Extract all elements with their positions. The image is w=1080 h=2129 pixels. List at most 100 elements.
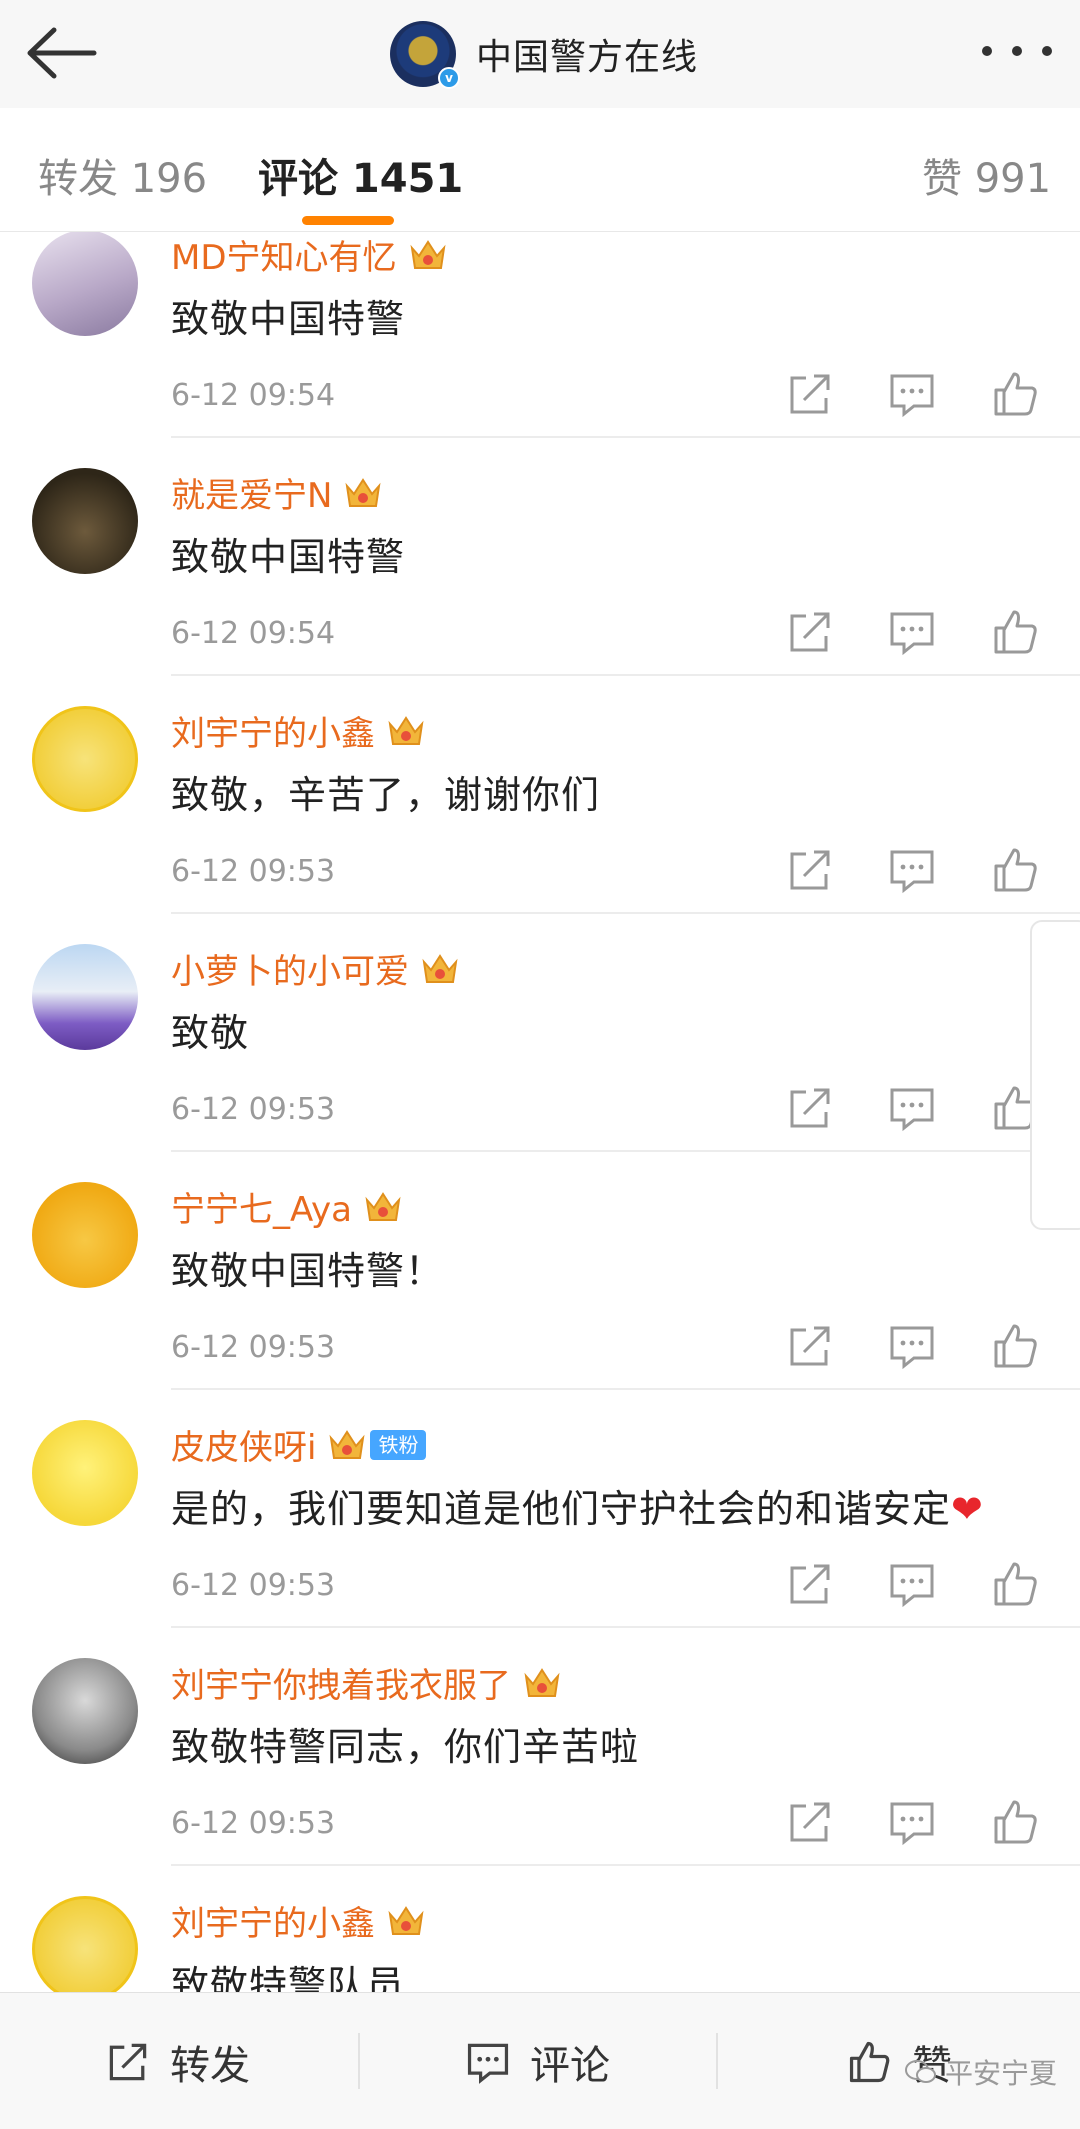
comment-item: 刘宇宁的小鑫 致敬，辛苦了，谢谢你们 6-12 09:53: [0, 706, 1080, 944]
comment-username[interactable]: MD宁知心有忆: [171, 232, 447, 279]
like-icon[interactable]: [990, 368, 1042, 420]
comment-list[interactable]: MD宁知心有忆 致敬中国特警 6-12 09:54 就是爱宁N 致敬中国特警 6…: [0, 232, 1080, 1992]
watermark-text: 平安宁夏: [945, 2057, 1058, 2090]
comment-item: 刘宇宁你拽着我衣服了 致敬特警同志，你们辛苦啦 6-12 09:53: [0, 1658, 1080, 1896]
crown-icon: [524, 1667, 560, 1697]
like-icon[interactable]: [990, 1796, 1042, 1848]
verified-icon: v: [438, 67, 460, 89]
tab-likes[interactable]: 赞 991: [922, 146, 1051, 204]
avatar[interactable]: [32, 232, 138, 336]
comment-username[interactable]: 皮皮侠呀i 铁粉: [171, 1420, 427, 1469]
comment-time: 6-12 09:54: [171, 378, 336, 413]
reply-icon[interactable]: [886, 1558, 938, 1610]
divider: [171, 1150, 1080, 1152]
comment-item: 宁宁七_Aya 致敬中国特警！ 6-12 09:53: [0, 1182, 1080, 1420]
crown-icon: [388, 715, 424, 745]
comment-username[interactable]: 刘宇宁的小鑫: [171, 706, 425, 755]
avatar[interactable]: [32, 944, 138, 1050]
crown-icon: [410, 239, 446, 269]
like-icon: [849, 2041, 890, 2083]
crown-icon: [365, 1191, 401, 1221]
crown-icon: [388, 1905, 424, 1935]
repost-icon[interactable]: [784, 1320, 836, 1372]
repost-icon[interactable]: [784, 368, 836, 420]
watermark: 平安宁夏: [905, 2052, 1057, 2092]
side-panel-edge[interactable]: [1030, 920, 1080, 1230]
repost-icon[interactable]: [784, 1558, 836, 1610]
reply-icon[interactable]: [886, 606, 938, 658]
comment-item: 刘宇宁的小鑫 致敬特警队员: [0, 1896, 1080, 1992]
comment-username[interactable]: 小萝卜的小可爱: [171, 944, 459, 993]
active-tab-indicator: [302, 216, 394, 225]
fans-badge: 铁粉: [370, 1429, 427, 1460]
comment-label: 评论: [530, 2043, 610, 2089]
comment-time: 6-12 09:53: [171, 1806, 336, 1841]
top-bar: v 中国警方在线: [0, 0, 1080, 108]
comment-text: 致敬，辛苦了，谢谢你们: [171, 773, 601, 817]
avatar[interactable]: [32, 1896, 138, 1992]
comment-text: 致敬中国特警！: [171, 1249, 445, 1293]
repost-icon: [109, 2043, 147, 2081]
like-icon[interactable]: [990, 1558, 1042, 1610]
avatar[interactable]: [32, 706, 138, 812]
comment-text: 是的，我们要知道是他们守护社会的和谐安定❤: [171, 1487, 984, 1531]
comment-time: 6-12 09:53: [171, 854, 336, 889]
comment-text: 致敬中国特警: [171, 535, 406, 579]
divider: [171, 1864, 1080, 1866]
comment-icon: [467, 2043, 509, 2084]
comment-button[interactable]: 评论: [464, 2033, 610, 2091]
like-icon[interactable]: [990, 1320, 1042, 1372]
separator: [358, 2033, 360, 2089]
crown-icon: [422, 953, 458, 983]
comment-time: 6-12 09:53: [171, 1568, 336, 1603]
comment-text: 致敬特警同志，你们辛苦啦: [171, 1725, 640, 1769]
tab-repost[interactable]: 转发 196: [38, 146, 207, 204]
divider: [171, 912, 1080, 914]
comment-text: 致敬: [171, 1011, 250, 1055]
comment-username[interactable]: 刘宇宁的小鑫: [171, 1896, 425, 1945]
crown-icon: [345, 477, 381, 507]
repost-icon[interactable]: [784, 1082, 836, 1134]
separator: [716, 2033, 718, 2089]
comment-time: 6-12 09:53: [171, 1092, 336, 1127]
more-options-icon[interactable]: [982, 36, 1052, 66]
repost-label: 转发: [170, 2043, 250, 2089]
divider: [171, 436, 1080, 438]
avatar[interactable]: [32, 1658, 138, 1764]
repost-icon[interactable]: [784, 844, 836, 896]
avatar[interactable]: [32, 1182, 138, 1288]
comment-item: 皮皮侠呀i 铁粉 是的，我们要知道是他们守护社会的和谐安定❤ 6-12 09:5…: [0, 1420, 1080, 1658]
comment-time: 6-12 09:54: [171, 616, 336, 651]
like-icon[interactable]: [990, 844, 1042, 896]
reply-icon[interactable]: [886, 368, 938, 420]
comment-item: MD宁知心有忆 致敬中国特警 6-12 09:54: [0, 232, 1080, 468]
account-avatar[interactable]: v: [390, 21, 460, 89]
back-arrow-icon[interactable]: [22, 22, 102, 84]
page-title: 中国警方在线: [476, 37, 699, 78]
account-header[interactable]: v 中国警方在线: [390, 16, 698, 92]
crown-icon: [329, 1429, 365, 1459]
comment-username[interactable]: 刘宇宁你拽着我衣服了: [171, 1658, 561, 1707]
comment-text: 致敬特警队员: [171, 1963, 406, 1992]
reply-icon[interactable]: [886, 1796, 938, 1848]
like-icon[interactable]: [990, 606, 1042, 658]
divider: [171, 1388, 1080, 1390]
reply-icon[interactable]: [886, 1082, 938, 1134]
repost-button[interactable]: 转发: [104, 2033, 250, 2091]
divider: [171, 674, 1080, 676]
comment-time: 6-12 09:53: [171, 1330, 336, 1365]
reply-icon[interactable]: [886, 1320, 938, 1372]
wechat-icon: [905, 2060, 936, 2083]
avatar[interactable]: [32, 468, 138, 574]
tab-bar: 转发 196 评论 1451 赞 991: [0, 108, 1080, 232]
tab-comments[interactable]: 评论 1451: [258, 146, 463, 204]
reply-icon[interactable]: [886, 844, 938, 896]
avatar[interactable]: [32, 1420, 138, 1526]
repost-icon[interactable]: [784, 1796, 836, 1848]
comment-item: 小萝卜的小可爱 致敬 6-12 09:53: [0, 944, 1080, 1182]
comment-username[interactable]: 就是爱宁N: [171, 468, 382, 517]
comment-username[interactable]: 宁宁七_Aya: [171, 1182, 402, 1231]
comment-text: 致敬中国特警: [171, 297, 406, 341]
repost-icon[interactable]: [784, 606, 836, 658]
heart-icon: ❤: [951, 1487, 984, 1531]
